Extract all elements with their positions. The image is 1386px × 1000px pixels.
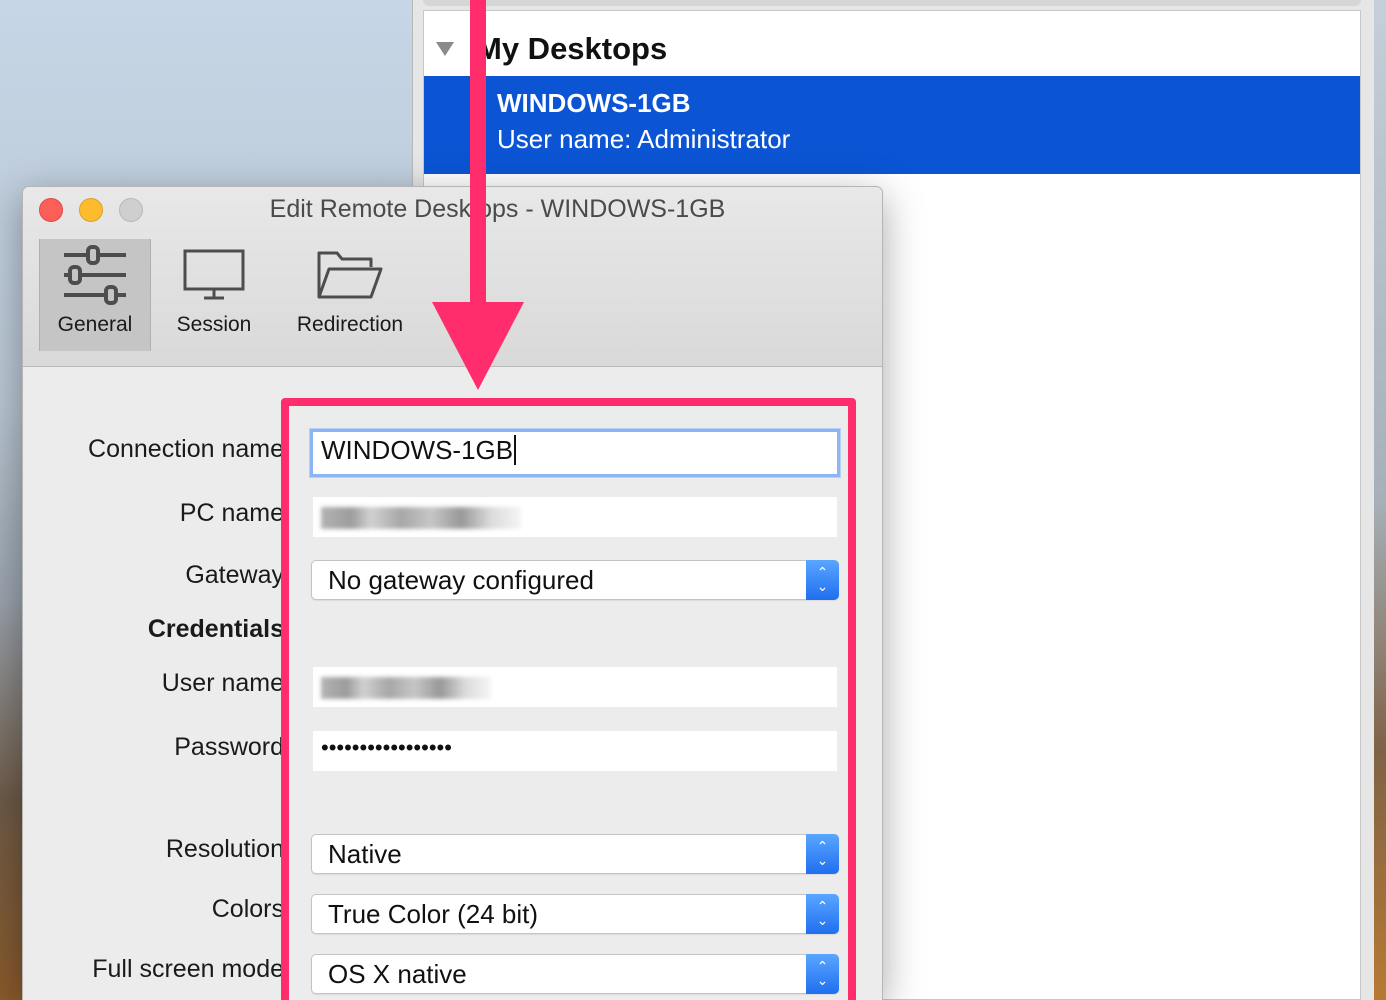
annotation-arrow-icon [432,0,524,390]
tab-redirection[interactable]: Redirection [283,239,417,351]
annotation-highlight-box [281,398,856,1000]
pc-name-label: PC name [179,499,284,527]
tab-redirection-label: Redirection [296,313,404,336]
colors-label: Colors [211,895,284,923]
user-name-label: User name [161,669,284,697]
connection-name-label: Connection name [88,435,284,463]
tab-session-label: Session [176,313,252,336]
tab-session[interactable]: Session [159,239,269,351]
resolution-label: Resolution [165,835,284,863]
desktop-list-item[interactable]: WINDOWS-1GB User name: Administrator [424,76,1360,174]
folder-icon [315,245,385,310]
password-label: Password [174,733,284,761]
full-screen-mode-label: Full screen mode [92,955,284,983]
main-window-toolbar-edge [423,0,1361,6]
desktop-user: User name: Administrator [497,124,791,154]
credentials-heading: Credentials [147,615,284,643]
gateway-label: Gateway [185,561,284,589]
tab-general-label: General [57,313,133,336]
monitor-icon [182,245,246,310]
sliders-icon [60,245,130,312]
group-header[interactable]: My Desktops [424,23,1360,75]
tab-general[interactable]: General [39,239,151,351]
